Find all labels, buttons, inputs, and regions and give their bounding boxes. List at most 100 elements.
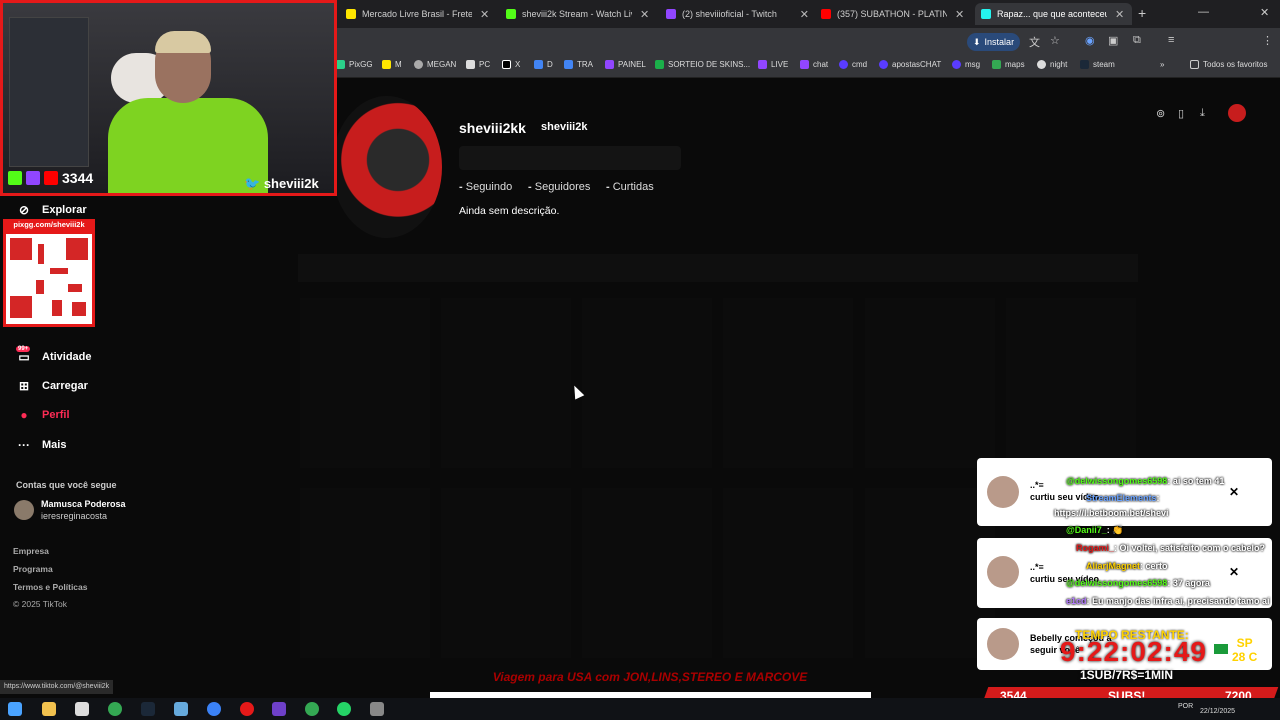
bookmark[interactable]: LIVE [758, 60, 788, 69]
weather-temp: 28 C [1232, 650, 1258, 664]
bookmark[interactable]: MEGAN [414, 60, 456, 69]
file-explorer-icon[interactable] [42, 702, 56, 716]
stat-seguindo[interactable]: - Seguindo [459, 181, 512, 193]
steam-icon[interactable] [141, 702, 155, 716]
close-icon[interactable]: ✕ [640, 8, 649, 21]
extension-icon[interactable]: ⧉ [1133, 34, 1141, 47]
chrome-icon[interactable] [305, 702, 319, 716]
app-icon[interactable] [370, 702, 384, 716]
taskbar [0, 698, 1280, 720]
share-icon[interactable]: ⊚ [1156, 107, 1165, 120]
bookmark[interactable]: maps [992, 60, 1025, 69]
tab-1[interactable]: Mercado Livre Brasil - Frete Grátis ✕ [340, 3, 500, 25]
bookmark-label: night [1050, 60, 1068, 69]
app-icon[interactable] [174, 702, 188, 716]
footer-link[interactable]: Programa [13, 564, 53, 574]
chat-message: @Danii7_: 👏 [1066, 525, 1124, 536]
device-icon[interactable]: ▯ [1178, 107, 1184, 120]
bookmark-label: PAINEL [618, 60, 646, 69]
chrome-icon[interactable] [108, 702, 122, 716]
bookmark[interactable]: M [382, 60, 402, 69]
bookmark[interactable]: PixGG [336, 60, 373, 69]
chat-message: AliarjMagnet: certo [1086, 561, 1168, 571]
all-favorites[interactable]: Todos os favoritos [1190, 60, 1267, 69]
video-card-skeleton [300, 298, 430, 468]
sidebar-item-atividade[interactable]: ▭ Atividade [16, 350, 91, 364]
close-icon[interactable]: ✕ [480, 8, 489, 21]
tab-4[interactable]: (357) SUBATHON - PLATINANDO ✕ [815, 3, 975, 25]
stat-seguidores[interactable]: - Seguidores [528, 181, 590, 193]
bookmark[interactable]: apostasCHAT [879, 60, 941, 69]
star-icon[interactable]: ☆ [1050, 34, 1060, 47]
minimize-icon[interactable]: — [1198, 6, 1209, 18]
bookmark-icon [336, 60, 345, 69]
chat-text: : ai so tem 41 [1167, 476, 1225, 486]
tab-2[interactable]: sheviii2k Stream - Watch Live on Kick ✕ [500, 3, 660, 25]
bookmark[interactable]: PC [466, 60, 490, 69]
language-indicator[interactable]: POR [1178, 703, 1193, 710]
tab-title: (357) SUBATHON - PLATINANDO [837, 9, 947, 19]
clock-date[interactable]: 22/12/2025 [1200, 708, 1235, 715]
opera-icon[interactable] [240, 702, 254, 716]
avatar [987, 628, 1019, 660]
menu-icon[interactable]: ⋮ [1262, 34, 1273, 47]
close-icon[interactable]: ✕ [1229, 565, 1239, 579]
app-icon[interactable] [207, 702, 221, 716]
bookmark-label: apostasCHAT [892, 60, 942, 69]
sidebar-item-explorar[interactable]: ⊘ Explorar [16, 203, 87, 217]
notification-prefix: ..*≡ [1030, 562, 1044, 572]
subathon-timer: 9:22:02:49 [1060, 636, 1207, 667]
extension-icon[interactable]: ◉ [1085, 34, 1095, 47]
tab-5-active[interactable]: Rapaz... que que aconteceu aqui? ✕ [975, 3, 1132, 25]
qr-module [50, 268, 68, 274]
bookmark[interactable]: SORTEIO DE SKINS... [655, 60, 750, 69]
twitch-icon [666, 9, 676, 19]
app-icon[interactable] [272, 702, 286, 716]
translate-icon[interactable]: 文 [1029, 34, 1040, 50]
following-account[interactable]: Mamusca Poderosa ieresreginacosta [14, 498, 126, 522]
video-card-skeleton [865, 488, 995, 658]
bookmark[interactable]: TRA [564, 60, 593, 69]
qr-module [36, 280, 44, 294]
user-avatar-icon[interactable] [1228, 104, 1246, 122]
chat-user: AliarjMagnet [1086, 561, 1141, 571]
download-icon[interactable]: ⤓ [1200, 107, 1205, 120]
copyright: © 2025 TikTok [13, 599, 67, 609]
sidebar-item-perfil[interactable]: ● Perfil [16, 408, 69, 422]
close-icon[interactable]: ✕ [800, 8, 809, 21]
bookmark[interactable]: steam [1080, 60, 1115, 69]
stat-curtidas[interactable]: - Curtidas [606, 181, 654, 193]
more-bookmarks-icon[interactable]: » [1160, 60, 1164, 69]
footer-link[interactable]: Empresa [13, 546, 49, 556]
video-card-skeleton [865, 298, 995, 468]
whatsapp-icon[interactable] [337, 702, 351, 716]
close-window-icon[interactable]: ✕ [1260, 6, 1269, 19]
new-tab-button[interactable]: + [1138, 5, 1146, 21]
sidebar-item-carregar[interactable]: ⊞ Carregar [16, 379, 88, 393]
bookmark-icon [1037, 60, 1046, 69]
bookmark[interactable]: msg [952, 60, 980, 69]
close-icon[interactable]: ✕ [1115, 8, 1124, 21]
close-icon[interactable]: ✕ [1229, 485, 1239, 499]
viewer-count-value: 3344 [62, 170, 94, 186]
bookmark[interactable]: PAINEL [605, 60, 646, 69]
bookmark[interactable]: night [1037, 60, 1067, 69]
bookmark[interactable]: chat [800, 60, 828, 69]
close-icon[interactable]: ✕ [955, 8, 964, 21]
extension-icon[interactable]: ▣ [1108, 34, 1118, 47]
install-button[interactable]: ⬇ Instalar [967, 33, 1021, 51]
footer-link[interactable]: Termos e Políticas [13, 582, 87, 592]
drive-icon [534, 60, 543, 69]
bookmark[interactable]: D [534, 60, 553, 69]
bookmark-icon [839, 60, 848, 69]
bookmark[interactable]: cmd [839, 60, 867, 69]
twitch-icon [26, 171, 40, 185]
tab-3[interactable]: (2) sheviiioficial - Twitch ✕ [660, 3, 815, 25]
twitch-icon [605, 60, 614, 69]
bookmark[interactable]: X [502, 60, 520, 69]
reading-list-icon[interactable]: ≡ [1168, 34, 1174, 46]
chat-user: Rogami_ [1076, 543, 1115, 553]
windows-start-icon[interactable] [8, 702, 22, 716]
store-icon[interactable] [75, 702, 89, 716]
sidebar-item-mais[interactable]: ··· Mais [16, 438, 66, 452]
